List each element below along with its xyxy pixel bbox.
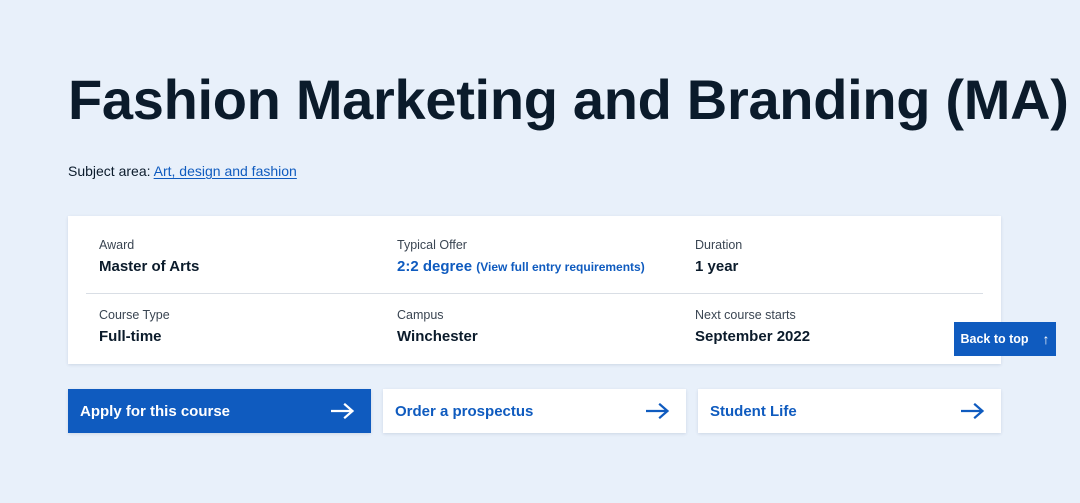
duration-value: 1 year xyxy=(695,258,739,275)
apply-button-label: Apply for this course xyxy=(80,402,231,420)
next-start-cell: Next course starts September 2022 xyxy=(695,308,810,347)
apply-button[interactable]: Apply for this course xyxy=(68,389,371,433)
course-info-card: Award Master of Arts Typical Offer 2:2 d… xyxy=(68,216,1001,364)
course-type-label: Course Type xyxy=(99,308,170,322)
next-start-value: September 2022 xyxy=(695,328,811,345)
order-prospectus-button[interactable]: Order a prospectus xyxy=(383,389,686,433)
page-title: Fashion Marketing and Branding (MA) xyxy=(68,68,1069,131)
student-life-label: Student Life xyxy=(710,402,797,420)
typical-offer-cell: Typical Offer 2:2 degree (View full entr… xyxy=(397,238,645,277)
award-cell: Award Master of Arts xyxy=(99,238,199,277)
arrow-right-icon xyxy=(646,403,670,419)
typical-offer-link[interactable]: 2:2 degree (View full entry requirements… xyxy=(397,257,645,277)
order-prospectus-label: Order a prospectus xyxy=(395,402,534,420)
student-life-button[interactable]: Student Life xyxy=(698,389,1001,433)
course-type-value: Full-time xyxy=(99,328,162,345)
entry-requirements-link[interactable]: (View full entry requirements) xyxy=(476,260,645,274)
duration-cell: Duration 1 year xyxy=(695,238,742,277)
course-type-cell: Course Type Full-time xyxy=(99,308,170,347)
campus-cell: Campus Winchester xyxy=(397,308,478,347)
info-divider xyxy=(86,293,983,294)
course-info-row-2: Course Type Full-time Campus Winchester … xyxy=(68,308,1001,368)
campus-label: Campus xyxy=(397,308,444,322)
next-start-label: Next course starts xyxy=(695,308,796,322)
subject-area-link[interactable]: Art, design and fashion xyxy=(154,163,297,179)
arrow-right-icon xyxy=(331,403,355,419)
back-to-top-label: Back to top xyxy=(960,332,1029,346)
typical-offer-label: Typical Offer xyxy=(397,238,467,252)
course-info-row-1: Award Master of Arts Typical Offer 2:2 d… xyxy=(68,238,1001,298)
duration-label: Duration xyxy=(695,238,743,252)
back-to-top-button[interactable]: Back to top ↑ xyxy=(954,322,1056,356)
campus-value: Winchester xyxy=(397,328,478,345)
subject-area: Subject area: Art, design and fashion xyxy=(68,163,297,179)
arrow-right-icon xyxy=(961,403,985,419)
award-label: Award xyxy=(99,238,135,252)
arrow-up-icon: ↑ xyxy=(1042,331,1050,347)
award-value: Master of Arts xyxy=(99,258,200,275)
subject-area-label: Subject area: xyxy=(68,163,151,179)
typical-offer-value[interactable]: 2:2 degree xyxy=(397,258,472,275)
